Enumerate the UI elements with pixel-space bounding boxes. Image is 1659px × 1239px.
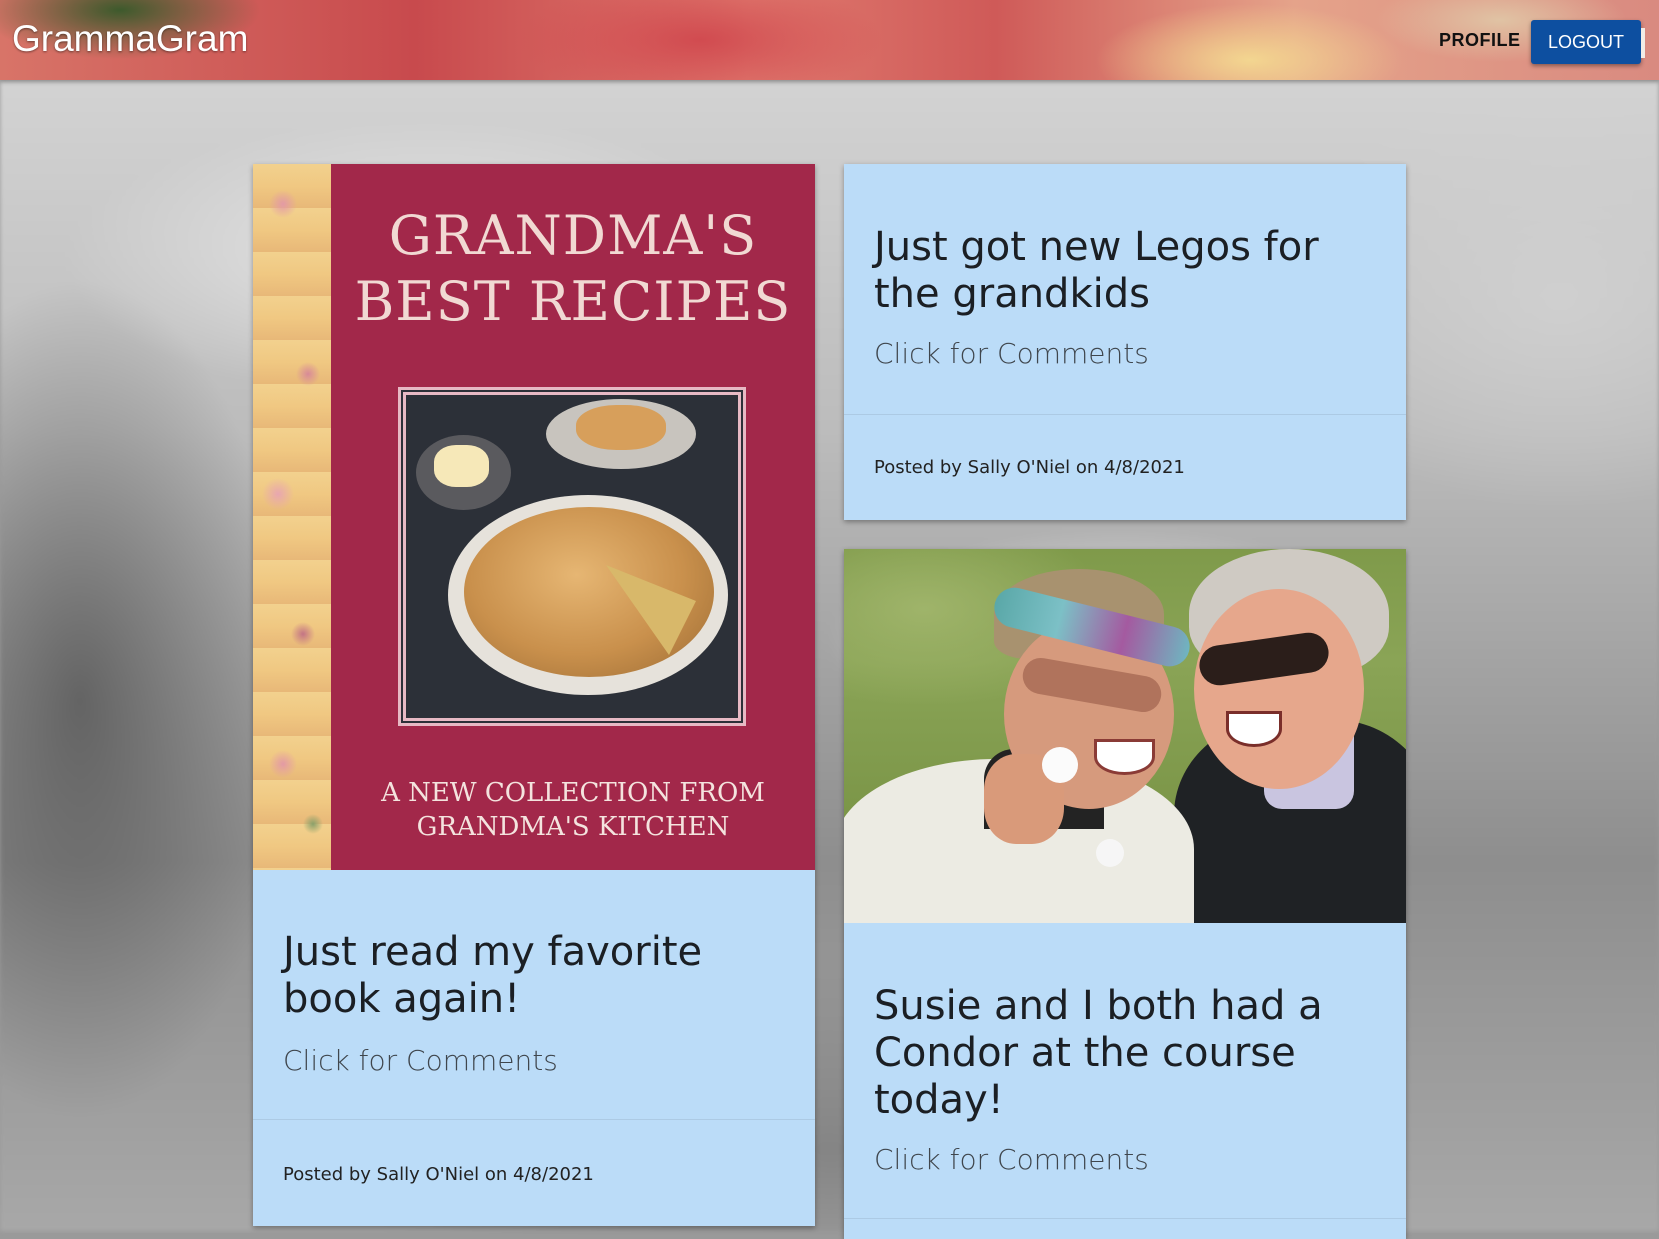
card-divider [844,1218,1406,1219]
logout-button[interactable]: LOGOUT [1531,20,1641,64]
post-title: Just read my favorite book again! [283,929,703,1022]
pie-shape [464,507,714,677]
brand-logo[interactable]: GrammaGram [12,18,248,60]
golf-ball-icon [1042,747,1078,783]
cover-photo-frame [398,387,746,726]
post-image-golf-friends[interactable] [844,549,1406,923]
post-card: Susie and I both had a Condor at the cou… [844,549,1406,1239]
comments-link[interactable]: Click for Comments [874,337,1149,370]
header-edge-decoration [1641,28,1645,58]
cover-subtitle-line2: GRANDMA'S KITCHEN [416,812,730,842]
person-right-face [1194,589,1364,789]
cover-title-line1: GRANDMA'S [388,204,758,267]
post-footer: Posted by Sally O'Niel on 4/8/2021 [283,1164,594,1185]
butter-shape [434,445,489,487]
post-image-book-cover[interactable]: GRANDMA'S BEST RECIPES A NEW COLLECTION … [253,164,815,870]
pie-slice-shape [576,405,666,450]
post-card: GRANDMA'S BEST RECIPES A NEW COLLECTION … [253,164,815,1226]
person-left-mouth [1094,739,1155,775]
post-footer: Posted by Sally O'Niel on 4/8/2021 [874,457,1185,478]
comments-link[interactable]: Click for Comments [283,1044,558,1077]
post-title: Just got new Legos for the grandkids [874,224,1319,317]
post-title: Susie and I both had a Condor at the cou… [874,983,1323,1123]
golf-ball-icon [1096,839,1124,867]
background-image [0,0,1659,1231]
floral-border [253,164,331,870]
cover-subtitle-line1: A NEW COLLECTION FROM [381,778,765,808]
post-card: Just got new Legos for the grandkids Cli… [844,164,1406,520]
profile-link[interactable]: PROFILE [1439,30,1521,51]
card-divider [253,1119,815,1120]
cover-title-line2: BEST RECIPES [354,270,792,333]
person-right-mouth [1226,711,1282,747]
top-navbar: GrammaGram PROFILE LOGOUT [0,0,1659,80]
comments-link[interactable]: Click for Comments [874,1143,1149,1176]
card-divider [844,414,1406,415]
